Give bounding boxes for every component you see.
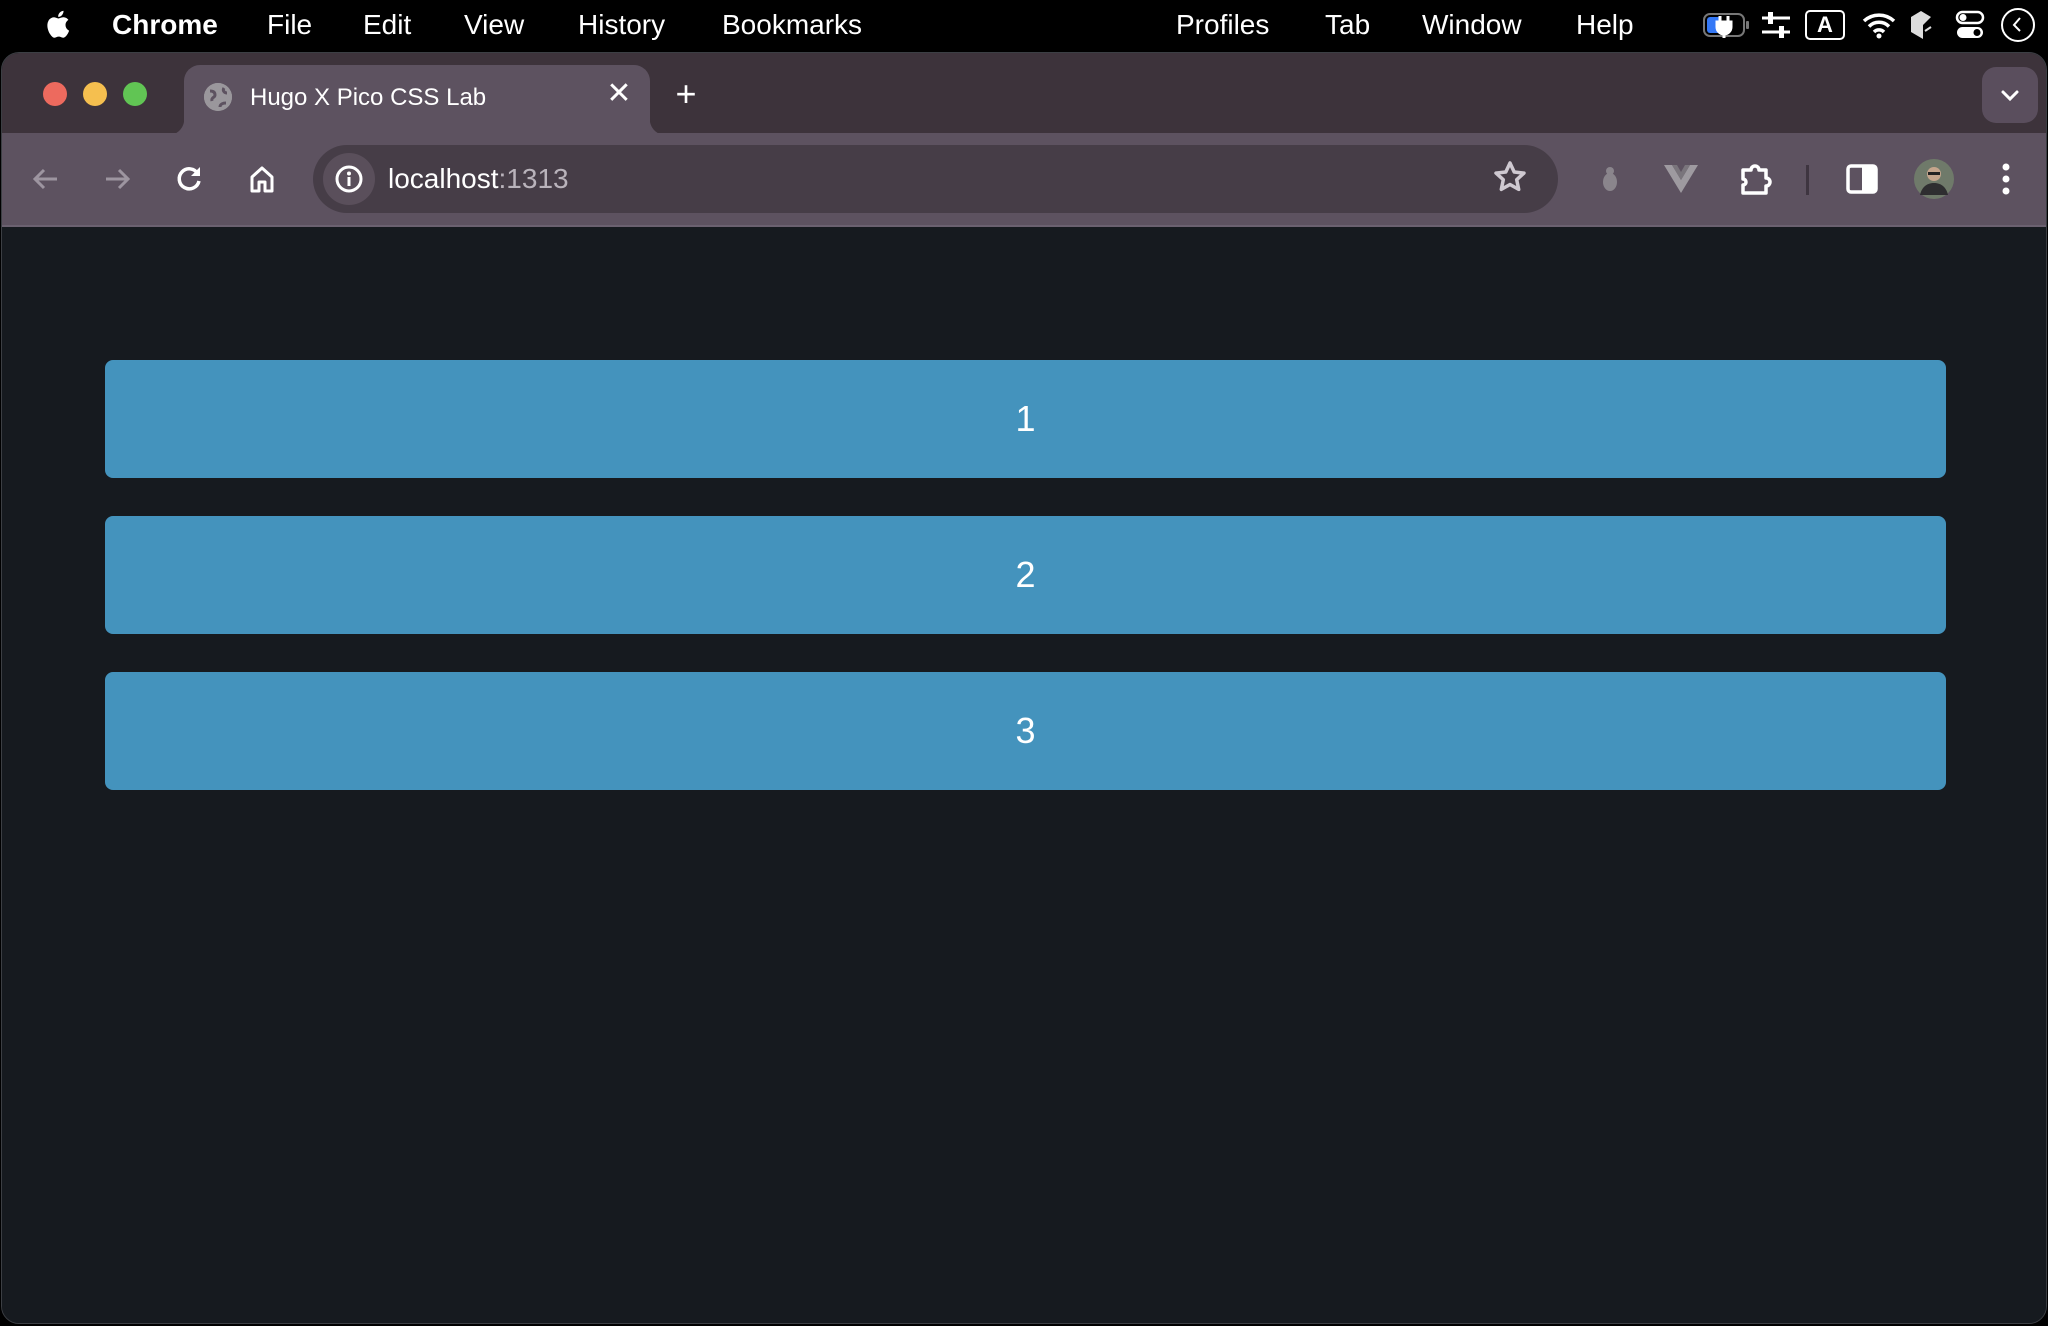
url-port: :1313	[498, 163, 569, 194]
menu-chrome[interactable]: Chrome	[112, 10, 218, 40]
menu-help[interactable]: Help	[1576, 10, 1634, 40]
control-center-icon[interactable]	[1955, 8, 1985, 42]
control-sliders-icon[interactable]	[1760, 8, 1792, 42]
new-tab-button[interactable]: +	[670, 76, 702, 112]
menu-profiles[interactable]: Profiles	[1176, 10, 1269, 40]
side-panel-icon	[1846, 164, 1878, 194]
tab-title: Hugo X Pico CSS Lab	[250, 84, 487, 111]
toolbar-divider	[1806, 165, 1809, 195]
grid-block-2: 2	[105, 516, 1946, 634]
forward-button[interactable]	[95, 157, 139, 201]
globe-favicon-icon	[204, 83, 232, 111]
site-info-button[interactable]	[323, 153, 375, 205]
tab-strip: Hugo X Pico CSS Lab ✕ +	[2, 53, 2046, 135]
info-icon	[335, 165, 363, 193]
menu-window[interactable]: Window	[1422, 10, 1522, 40]
chrome-menu-button[interactable]	[1984, 157, 2028, 201]
apple-logo-icon[interactable]	[44, 8, 70, 40]
vue-devtools-button[interactable]	[1659, 157, 1703, 201]
battery-charging-icon[interactable]	[1702, 8, 1752, 42]
app-status-icon[interactable]	[1907, 8, 1935, 42]
tab-close-icon[interactable]: ✕	[604, 79, 634, 109]
toolbar: localhost:1313	[2, 133, 2046, 227]
extension-1-button[interactable]	[1588, 157, 1632, 201]
reload-button[interactable]	[167, 157, 211, 201]
menu-edit[interactable]: Edit	[363, 10, 411, 40]
extension-bug-icon	[1603, 167, 1617, 191]
maximize-window-button[interactable]	[123, 82, 147, 106]
tab-search-button[interactable]	[1982, 67, 2038, 123]
page-content: 1 2 3	[2, 227, 2046, 1323]
home-icon	[250, 166, 274, 193]
more-vertical-icon	[2002, 163, 2010, 195]
profile-avatar-button[interactable]	[1912, 157, 1956, 201]
home-button[interactable]	[240, 157, 284, 201]
grid-block-3: 3	[105, 672, 1946, 790]
menu-file[interactable]: File	[267, 10, 312, 40]
clock-icon[interactable]	[2000, 8, 2036, 42]
wifi-icon[interactable]	[1862, 8, 1896, 42]
menu-tab[interactable]: Tab	[1325, 10, 1370, 40]
url-host: localhost	[388, 163, 499, 194]
avatar	[1914, 159, 1954, 199]
chevron-down-icon	[2001, 90, 2019, 102]
vue-logo-icon	[1664, 165, 1698, 193]
extensions-button[interactable]	[1734, 157, 1778, 201]
close-window-button[interactable]	[43, 82, 67, 106]
input-source-icon[interactable]: A	[1805, 8, 1845, 42]
back-button[interactable]	[24, 157, 68, 201]
tab-active[interactable]: Hugo X Pico CSS Lab ✕	[168, 65, 666, 135]
browser-window: Hugo X Pico CSS Lab ✕ + localhost:1313 1…	[1, 52, 2047, 1324]
grid-block-1: 1	[105, 360, 1946, 478]
url-text[interactable]: localhost:1313	[388, 162, 569, 196]
puzzle-piece-icon	[1741, 164, 1772, 195]
arrow-left-icon	[32, 168, 57, 190]
menu-view[interactable]: View	[464, 10, 524, 40]
menu-bar: Chrome File Edit View History Bookmarks …	[0, 0, 2048, 50]
bookmark-star-button[interactable]	[1492, 159, 1528, 200]
reload-icon	[177, 167, 201, 191]
star-icon	[1494, 161, 1526, 192]
arrow-right-icon	[106, 168, 131, 190]
address-bar[interactable]: localhost:1313	[313, 145, 1558, 213]
side-panel-button[interactable]	[1840, 157, 1884, 201]
menu-bookmarks[interactable]: Bookmarks	[722, 10, 862, 40]
menu-history[interactable]: History	[578, 10, 665, 40]
minimize-window-button[interactable]	[83, 82, 107, 106]
